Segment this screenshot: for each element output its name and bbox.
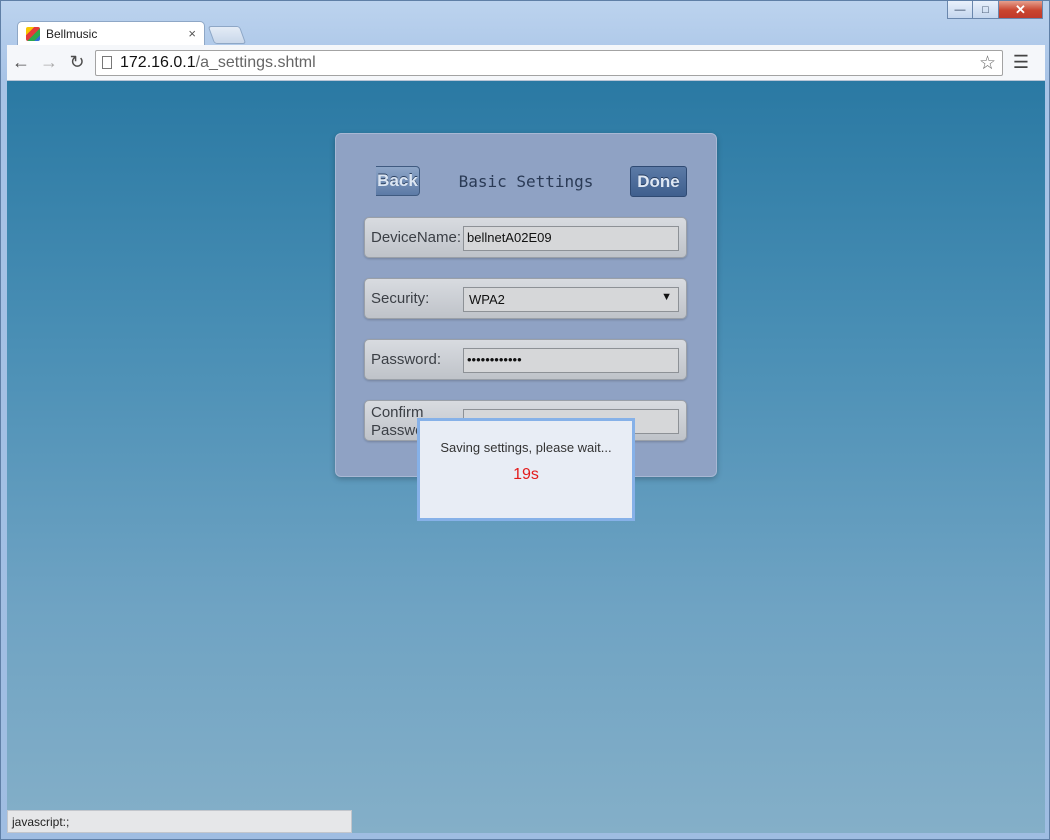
tab-close-icon[interactable]: × <box>188 26 196 41</box>
browser-window: — □ ✕ Bellmusic × ← → ↻ 172.16.0.1/a_set… <box>0 0 1050 840</box>
page-icon <box>102 56 112 69</box>
dropdown-arrow-icon: ▼ <box>661 291 672 303</box>
new-tab-button[interactable] <box>207 26 247 44</box>
saving-dialog: Saving settings, please wait... 19s <box>417 418 635 521</box>
caption-buttons: — □ ✕ <box>947 1 1043 19</box>
status-bar: javascript:; <box>7 810 352 833</box>
minimize-button[interactable]: — <box>947 1 973 19</box>
password-input[interactable]: •••••••••••• <box>463 348 679 373</box>
back-arrow-icon[interactable]: ← <box>7 49 35 77</box>
security-select[interactable]: WPA2 ▼ <box>463 287 679 312</box>
security-selected-value: WPA2 <box>469 292 505 307</box>
bookmark-star-icon[interactable]: ☆ <box>979 52 996 75</box>
device-name-label: DeviceName: <box>371 229 462 246</box>
countdown-timer: 19s <box>513 466 539 483</box>
url-path: /a_settings.shtml <box>195 53 316 71</box>
page-viewport: Basic Settings Back Done DeviceName: bel… <box>7 81 1045 833</box>
forward-arrow-icon[interactable]: → <box>35 49 63 77</box>
title-bar: — □ ✕ <box>1 1 1049 23</box>
tab-bellmusic[interactable]: Bellmusic × <box>17 21 205 45</box>
reload-icon[interactable]: ↻ <box>63 49 91 77</box>
device-name-row: DeviceName: bellnetA02E09 <box>364 217 687 258</box>
browser-menu-icon[interactable]: ☰ <box>1007 49 1035 77</box>
password-label: Password: <box>371 351 442 368</box>
url-host: 172.16.0.1 <box>120 53 196 71</box>
security-label: Security: <box>371 290 430 307</box>
back-button[interactable]: Back <box>376 166 420 196</box>
browser-toolbar: ← → ↻ 172.16.0.1/a_settings.shtml ☆ ☰ <box>7 45 1045 81</box>
device-name-input[interactable]: bellnetA02E09 <box>463 226 679 251</box>
panel-header: Basic Settings Back Done <box>336 162 716 202</box>
close-window-button[interactable]: ✕ <box>999 1 1043 19</box>
address-bar[interactable]: 172.16.0.1/a_settings.shtml ☆ <box>95 49 1003 76</box>
security-row: Security: WPA2 ▼ <box>364 278 687 319</box>
saving-message: Saving settings, please wait... <box>440 440 612 455</box>
maximize-button[interactable]: □ <box>973 1 999 19</box>
favicon-icon <box>26 26 40 41</box>
tab-title: Bellmusic <box>46 26 98 41</box>
tab-strip: Bellmusic × <box>1 21 1049 45</box>
password-row: Password: •••••••••••• <box>364 339 687 380</box>
done-button[interactable]: Done <box>630 166 687 197</box>
